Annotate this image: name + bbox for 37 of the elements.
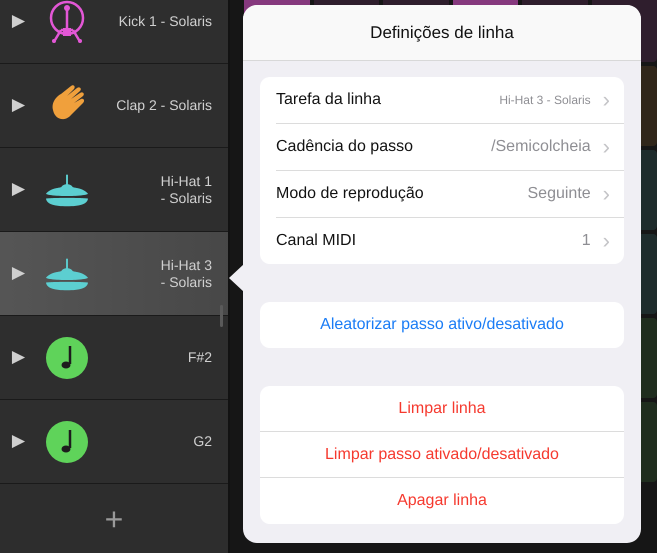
track-row[interactable]: Hi-Hat 3 - Solaris	[0, 232, 228, 316]
track-row[interactable]: Kick 1 - Solaris	[0, 0, 228, 64]
setting-row[interactable]: Canal MIDI 1 ›	[276, 218, 624, 264]
action-button[interactable]: Aleatorizar passo ativo/desativado	[260, 302, 624, 348]
play-icon[interactable]	[11, 266, 26, 281]
play-icon[interactable]	[11, 182, 26, 197]
popover-title: Definições de linha	[370, 22, 514, 42]
setting-value: Seguinte	[528, 185, 591, 203]
add-track-button[interactable]: +	[98, 502, 130, 534]
action-button[interactable]: Limpar linha	[260, 386, 624, 432]
action-button[interactable]: Limpar passo ativado/desativado	[260, 432, 624, 478]
play-icon[interactable]	[11, 98, 26, 113]
setting-row[interactable]: Modo de reprodução Seguinte ›	[276, 171, 624, 218]
play-icon[interactable]	[11, 434, 26, 449]
setting-row[interactable]: Cadência do passo /Semicolcheia ›	[276, 124, 624, 171]
setting-value: Hi-Hat 3 - Solaris	[499, 93, 591, 107]
track-name: G2	[193, 433, 212, 450]
setting-label: Tarefa da linha	[276, 91, 381, 109]
setting-label: Canal MIDI	[276, 232, 356, 250]
setting-label: Modo de reprodução	[276, 185, 424, 203]
action-button[interactable]: Apagar linha	[260, 478, 624, 524]
play-icon[interactable]	[11, 350, 26, 365]
setting-value: 1	[582, 232, 591, 250]
play-icon[interactable]	[11, 14, 26, 29]
track-name: Clap 2 - Solaris	[116, 97, 212, 114]
track-name: F#2	[188, 349, 212, 366]
chevron-icon: ›	[602, 183, 610, 205]
setting-row[interactable]: Tarefa da linha Hi-Hat 3 - Solaris ›	[276, 77, 624, 124]
track-name: Kick 1 - Solaris	[118, 13, 212, 30]
scroll-indicator	[220, 305, 223, 327]
setting-value: /Semicolcheia	[491, 138, 591, 156]
chevron-icon: ›	[602, 89, 610, 111]
track-name: Hi-Hat 3 - Solaris	[160, 256, 212, 290]
setting-label: Cadência do passo	[276, 138, 413, 156]
chevron-icon: ›	[602, 230, 610, 252]
chevron-icon: ›	[602, 136, 610, 158]
track-name: Hi-Hat 1 - Solaris	[160, 172, 212, 206]
